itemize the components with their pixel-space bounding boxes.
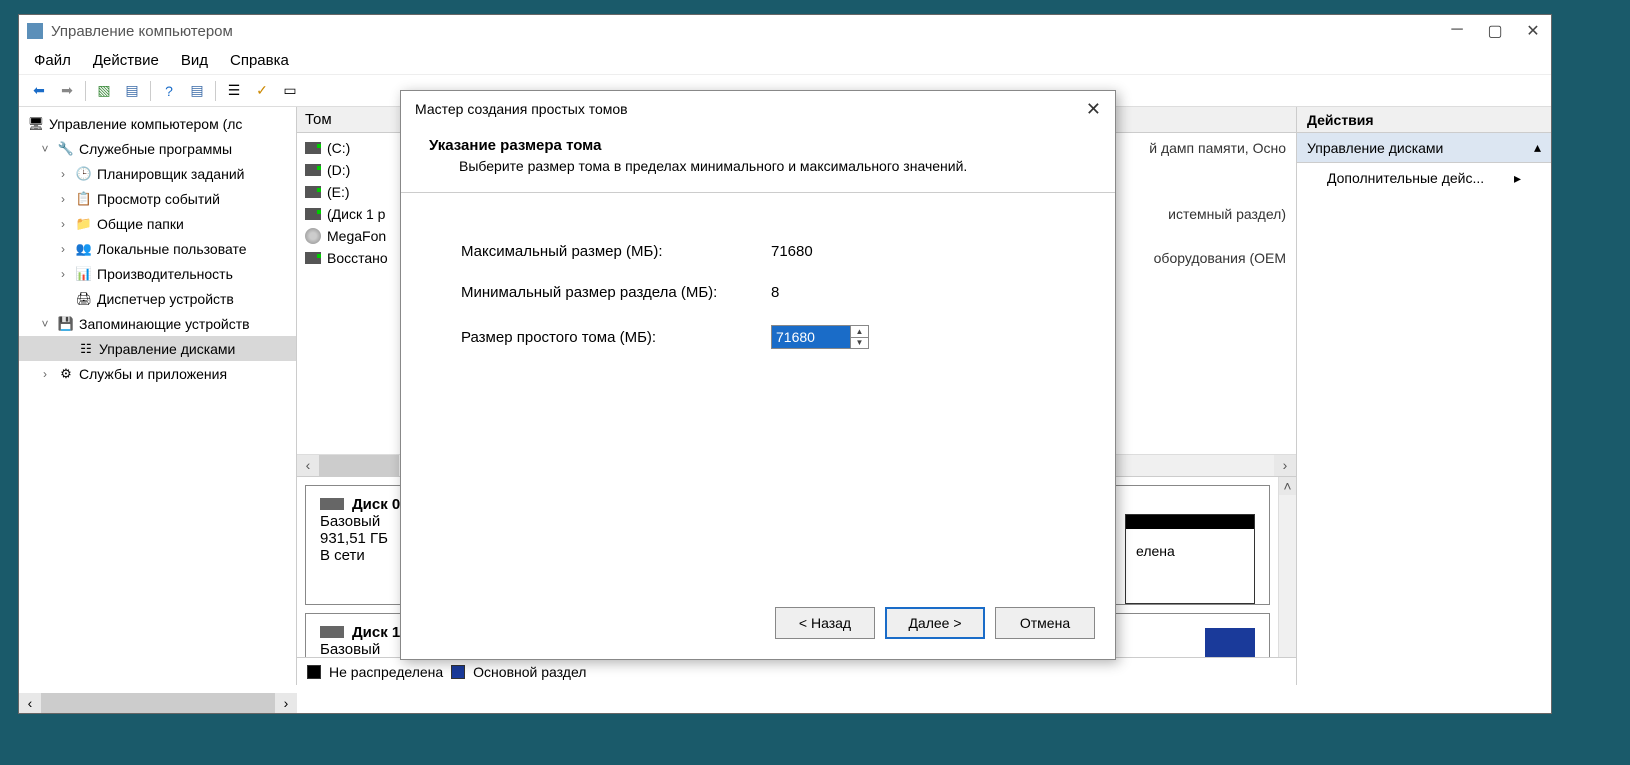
- cancel-button[interactable]: Отмена: [995, 607, 1095, 639]
- computer-icon: 🖥: [27, 116, 45, 132]
- menu-action[interactable]: Действие: [93, 52, 159, 69]
- volume-icon: [305, 208, 321, 220]
- wizard-dialog: Мастер создания простых томов ✕ Указание…: [400, 90, 1116, 660]
- tree-scrollbar[interactable]: ‹›: [19, 693, 297, 713]
- tree-devmgr[interactable]: 🖨Диспетчер устройств: [19, 286, 296, 311]
- wizard-titlebar: Мастер создания простых томов ✕: [401, 91, 1115, 127]
- list-icon[interactable]: ☰: [222, 79, 246, 103]
- actions-group[interactable]: Управление дисками▴: [1297, 133, 1551, 163]
- volume-size-label: Размер простого тома (МБ):: [461, 329, 771, 346]
- up-icon[interactable]: ▧: [92, 79, 116, 103]
- menu-file[interactable]: Файл: [34, 52, 71, 69]
- close-button[interactable]: ✕: [1523, 21, 1543, 41]
- min-size-value: 8: [771, 284, 779, 301]
- next-button[interactable]: Далее >: [885, 607, 985, 639]
- menubar: Файл Действие Вид Справка: [19, 47, 1551, 75]
- tree-services[interactable]: ›⚙Службы и приложения: [19, 361, 296, 386]
- volume-icon: [305, 164, 321, 176]
- wizard-subtitle: Выберите размер тома в пределах минималь…: [429, 158, 989, 174]
- storage-icon: 💾: [57, 316, 75, 332]
- tree-tools[interactable]: ˅🔧Служебные программы: [19, 136, 296, 161]
- back-icon[interactable]: ⬅: [27, 79, 51, 103]
- max-size-label: Максимальный размер (МБ):: [461, 243, 771, 260]
- disk-icon: [320, 626, 344, 638]
- tree-scheduler[interactable]: ›🕒Планировщик заданий: [19, 161, 296, 186]
- refresh-icon[interactable]: ▤: [185, 79, 209, 103]
- volume-size-input[interactable]: [772, 326, 850, 348]
- close-icon[interactable]: ✕: [1086, 99, 1101, 120]
- forward-icon[interactable]: ➡: [55, 79, 79, 103]
- tree-shared[interactable]: ›📁Общие папки: [19, 211, 296, 236]
- tree-perf[interactable]: ›📊Производительность: [19, 261, 296, 286]
- back-button[interactable]: < Назад: [775, 607, 875, 639]
- spinner-up-icon[interactable]: ▲: [851, 326, 868, 338]
- legend: Не распределена Основной раздел: [297, 657, 1296, 685]
- max-size-value: 71680: [771, 243, 813, 260]
- window-title: Управление компьютером: [51, 23, 233, 40]
- cd-icon: [305, 228, 321, 244]
- actions-item[interactable]: Дополнительные дейс...▸: [1297, 163, 1551, 193]
- tree-root[interactable]: 🖥Управление компьютером (лс: [19, 111, 296, 136]
- collapse-icon[interactable]: ▴: [1534, 139, 1541, 156]
- folder-icon: 📁: [75, 216, 93, 232]
- form-icon[interactable]: ▭: [278, 79, 302, 103]
- wizard-body: Максимальный размер (МБ): 71680 Минималь…: [401, 193, 1115, 423]
- tools-icon: 🔧: [57, 141, 75, 157]
- check-icon[interactable]: ✓: [250, 79, 274, 103]
- menu-view[interactable]: Вид: [181, 52, 208, 69]
- tree-users[interactable]: ›👥Локальные пользовате: [19, 236, 296, 261]
- app-icon: [27, 23, 43, 39]
- actions-panel: Действия Управление дисками▴ Дополнитель…: [1297, 107, 1551, 685]
- spinner-down-icon[interactable]: ▼: [851, 338, 868, 349]
- disk-icon: [320, 498, 344, 510]
- help-icon[interactable]: ?: [157, 79, 181, 103]
- clock-icon: 🕒: [75, 166, 93, 182]
- disk-icon: ☷: [77, 341, 95, 357]
- volume-icon: [305, 252, 321, 264]
- partition-fragment[interactable]: [1205, 628, 1255, 658]
- users-icon: 👥: [75, 241, 93, 257]
- actions-header: Действия: [1297, 107, 1551, 133]
- volume-icon: [305, 142, 321, 154]
- volume-icon: [305, 186, 321, 198]
- tree-events[interactable]: ›📋Просмотр событий: [19, 186, 296, 211]
- event-icon: 📋: [75, 191, 93, 207]
- partition-fragment[interactable]: елена: [1125, 514, 1255, 604]
- min-size-label: Минимальный размер раздела (МБ):: [461, 284, 771, 301]
- legend-swatch: [451, 665, 465, 679]
- legend-swatch: [307, 665, 321, 679]
- services-icon: ⚙: [57, 366, 75, 382]
- chevron-right-icon: ▸: [1514, 170, 1521, 187]
- menu-help[interactable]: Справка: [230, 52, 289, 69]
- perf-icon: 📊: [75, 266, 93, 282]
- wizard-header: Указание размера тома Выберите размер то…: [401, 127, 1115, 193]
- properties-icon[interactable]: ▤: [120, 79, 144, 103]
- minimize-button[interactable]: ─: [1447, 21, 1467, 41]
- spinner: ▲ ▼: [850, 326, 868, 348]
- wizard-heading: Указание размера тома: [429, 137, 1087, 154]
- wizard-title: Мастер создания простых томов: [415, 101, 628, 117]
- tree-panel: 🖥Управление компьютером (лс ˅🔧Служебные …: [19, 107, 297, 685]
- maximize-button[interactable]: ▢: [1485, 21, 1505, 41]
- device-icon: 🖨: [75, 291, 93, 307]
- titlebar: Управление компьютером ─ ▢ ✕: [19, 15, 1551, 47]
- tree-storage[interactable]: ˅💾Запоминающие устройств: [19, 311, 296, 336]
- tree-diskmgr[interactable]: ☷Управление дисками: [19, 336, 296, 361]
- v-scrollbar[interactable]: ˄: [1278, 477, 1296, 658]
